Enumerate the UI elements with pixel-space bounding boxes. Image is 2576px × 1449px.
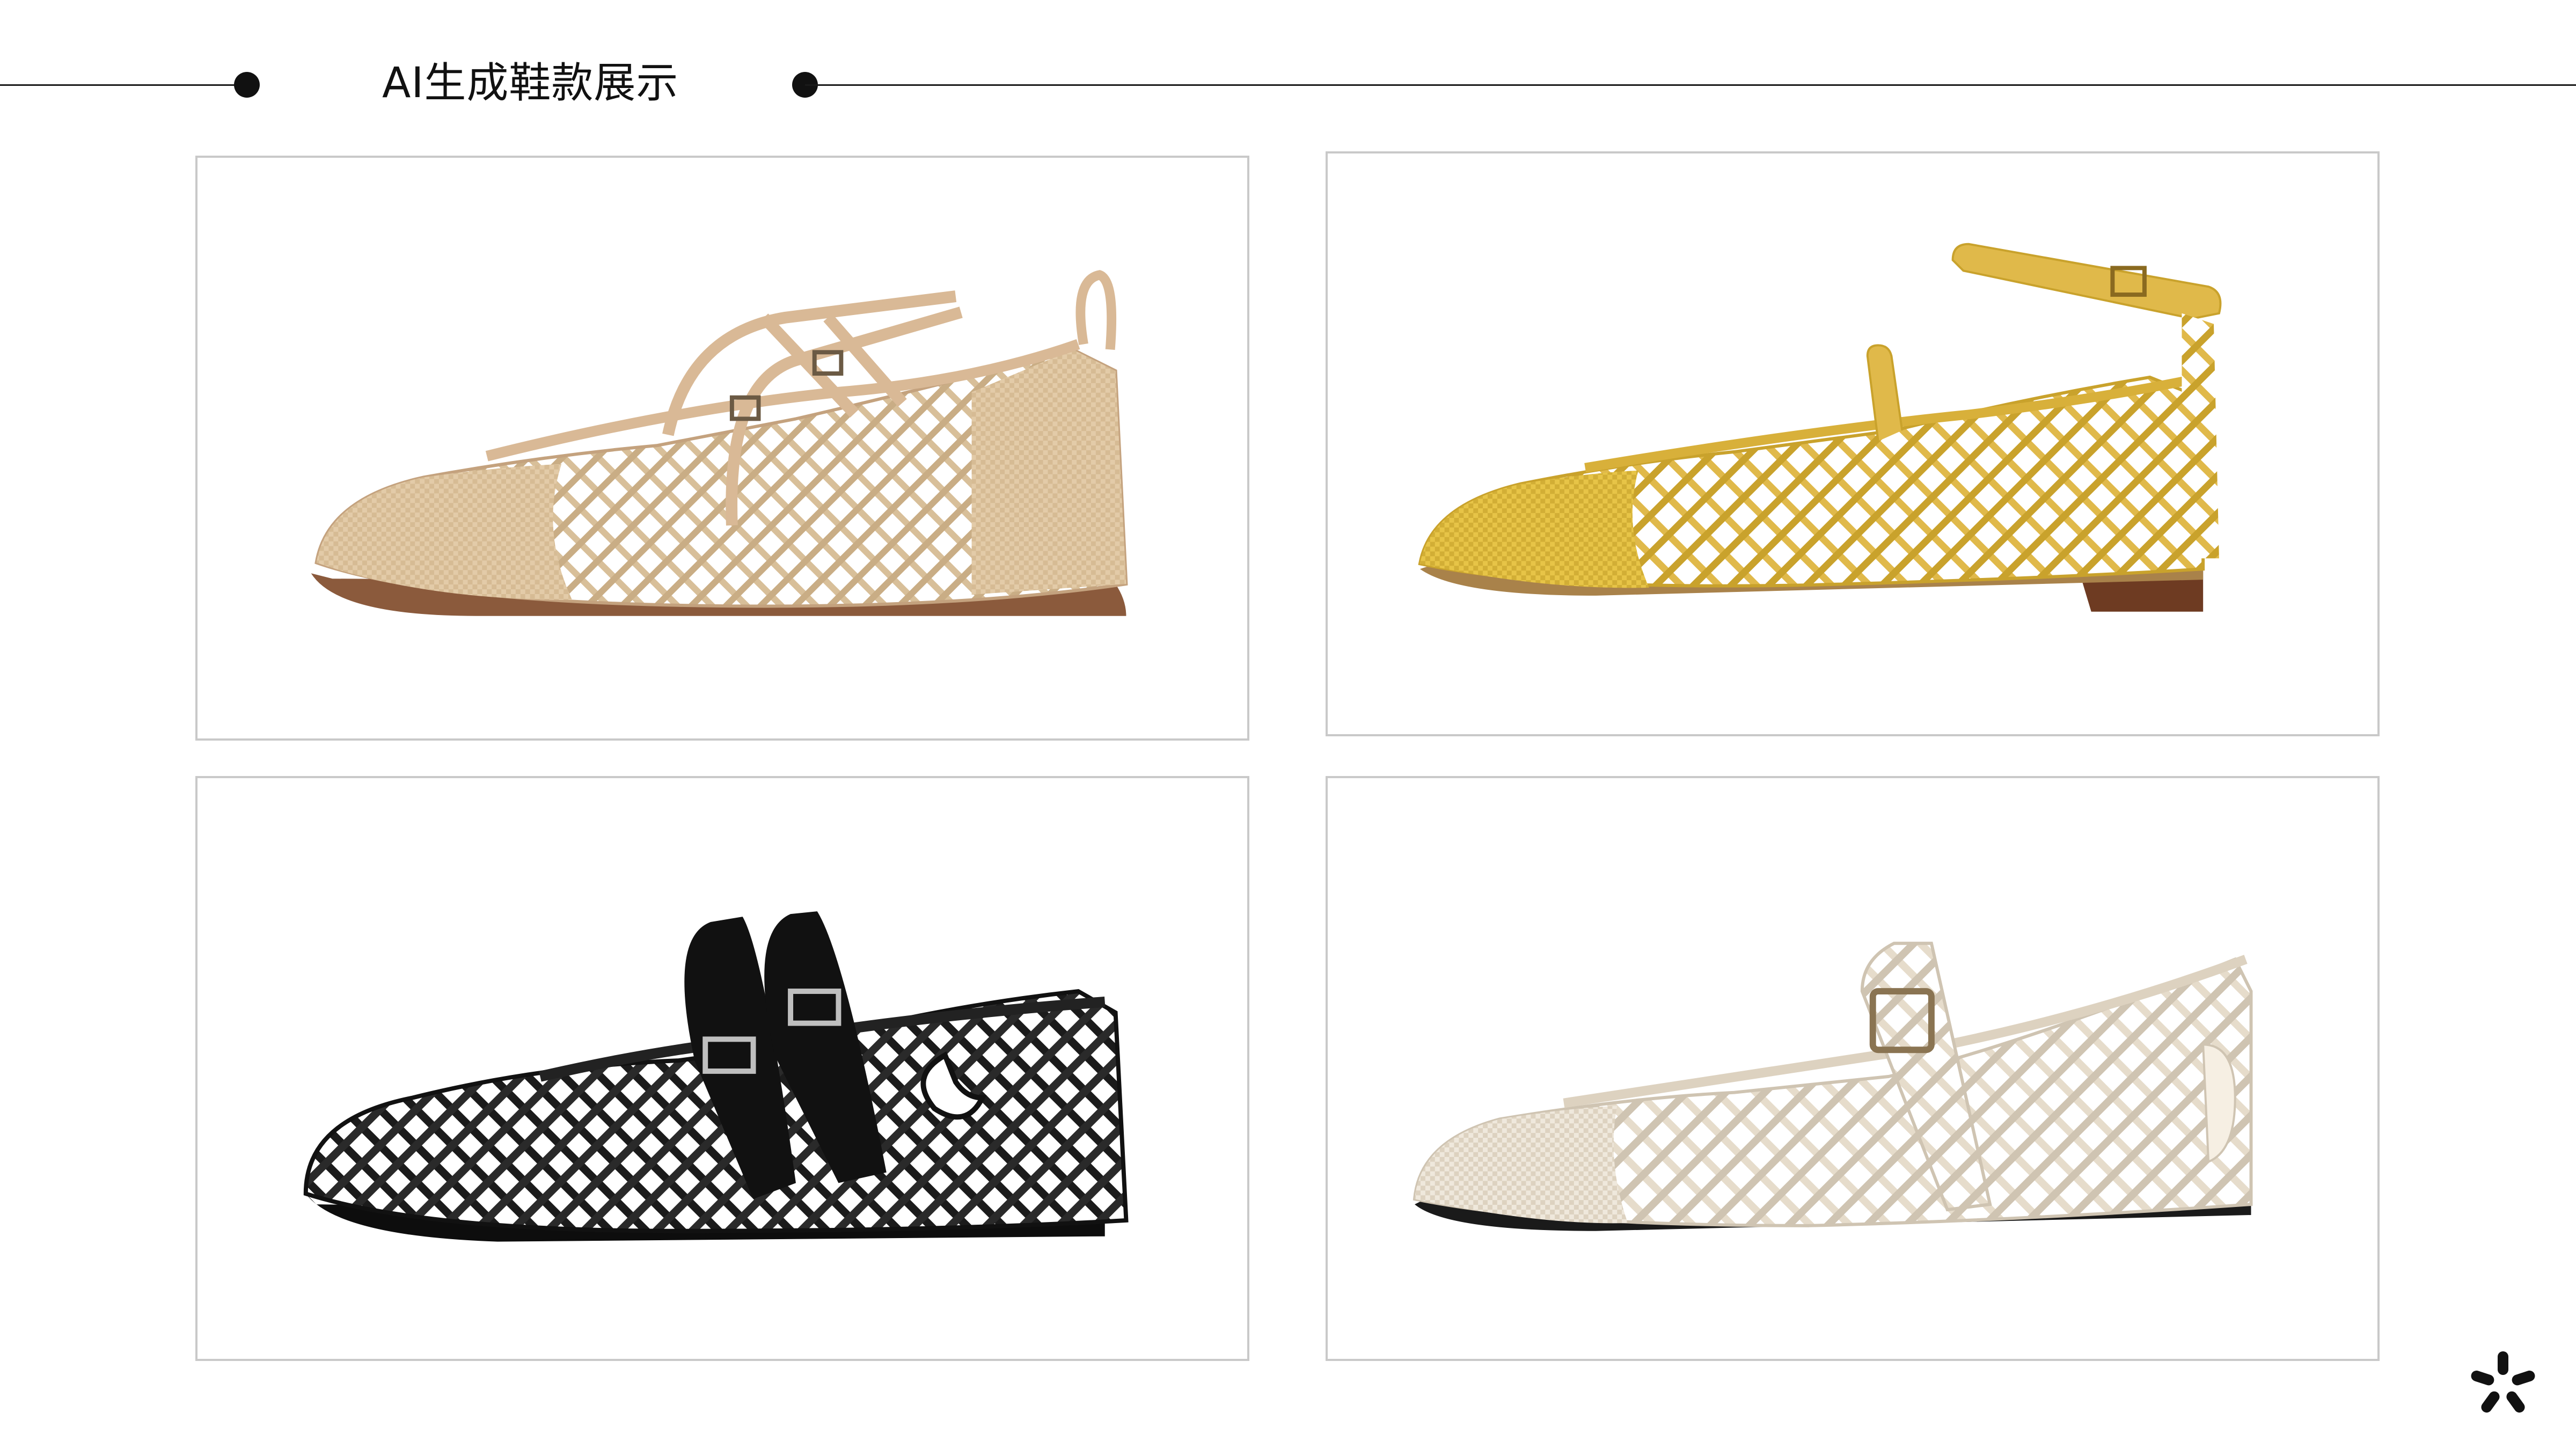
shoe-card-natural[interactable] — [195, 156, 1249, 741]
shoe-card-black[interactable] — [195, 776, 1249, 1361]
header-dot-left — [234, 72, 260, 98]
cream-woven-buckle-shoe-icon — [1413, 941, 2253, 1231]
header-rule-right — [805, 84, 2576, 86]
page-title: AI生成鞋款展示 — [382, 59, 679, 107]
natural-woven-mary-jane-shoe-icon — [311, 270, 1128, 616]
header-rule-left — [0, 84, 247, 86]
black-woven-double-buckle-shoe-icon — [303, 911, 1129, 1242]
shoe-card-cream[interactable] — [1326, 776, 2380, 1361]
shoe-card-yellow[interactable] — [1326, 151, 2380, 736]
brand-logo-icon — [2471, 1351, 2535, 1413]
yellow-woven-ankle-strap-shoe-icon — [1418, 243, 2222, 612]
